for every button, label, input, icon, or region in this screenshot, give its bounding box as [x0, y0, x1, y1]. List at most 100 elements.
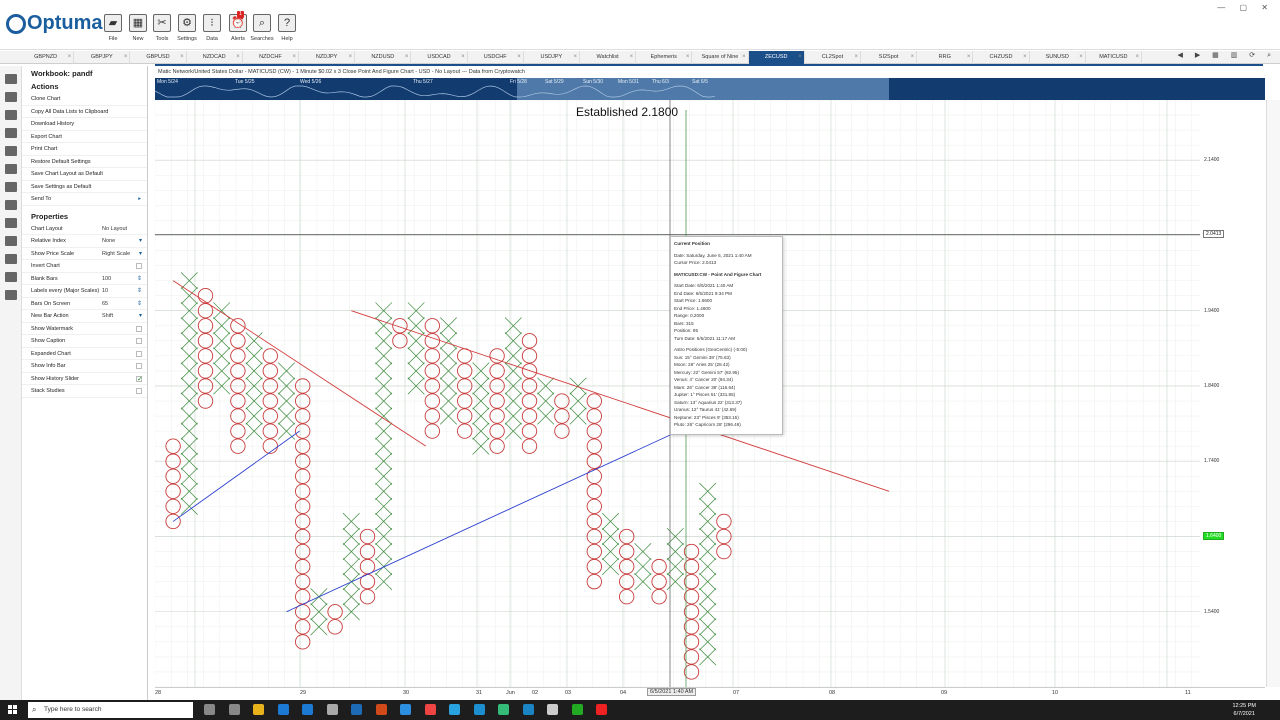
action-download-history[interactable]: Download History [22, 118, 147, 131]
action-copy-all-data-lists-to-clipboard[interactable]: Copy All Data Lists to Clipboard [22, 106, 147, 118]
task-view-icon[interactable] [228, 704, 240, 715]
property-expanded-chart[interactable]: Expanded Chart [22, 348, 147, 360]
close-tab-icon[interactable]: × [405, 51, 409, 64]
action-send-to[interactable]: Send To ▸ [22, 193, 147, 206]
checkbox[interactable] [136, 374, 143, 386]
chevron-down-icon[interactable]: ▾ [139, 310, 142, 323]
tab-chzusd[interactable]: CHZUSD × [973, 51, 1030, 64]
tab-square-of-nine[interactable]: Square of Nine × [692, 51, 749, 64]
word-icon[interactable] [351, 704, 362, 715]
close-tab-icon[interactable]: × [349, 51, 353, 64]
tab-navigation[interactable]: ◀ ▶ ▦ ▥ ⟳ ⌕ [1177, 51, 1276, 60]
tab-sunusd[interactable]: SUNUSD × [1030, 51, 1086, 64]
print-icon[interactable] [4, 128, 17, 138]
close-tab-icon[interactable]: × [911, 51, 915, 64]
close-tab-icon[interactable]: × [1023, 51, 1027, 64]
store-icon[interactable] [277, 704, 289, 715]
checkbox[interactable] [136, 325, 142, 332]
tab-usdjpy[interactable]: USDJPY × [524, 51, 580, 64]
property-bars-on-screen[interactable]: Bars On Screen 65 ⇕ [22, 298, 147, 311]
close-tab-icon[interactable]: × [292, 51, 296, 64]
property-stack-studies[interactable]: Stack Studies [22, 385, 147, 398]
tab-cl2spot[interactable]: CL2Spot × [805, 51, 861, 64]
tab-usdchf[interactable]: USDCHF × [468, 51, 524, 64]
property-invert-chart[interactable]: Invert Chart [22, 260, 147, 273]
tab-gbpnzd[interactable]: GBPNZD × [18, 51, 75, 64]
property-show-price-scale[interactable]: Show Price Scale Right Scale ▾ [22, 248, 147, 261]
property-show-history-slider[interactable]: Show History Slider [22, 373, 147, 386]
tab-si2spot[interactable]: SI2Spot × [861, 51, 918, 64]
save-icon[interactable] [4, 110, 17, 120]
close-tab-icon[interactable]: × [1135, 51, 1139, 64]
tab-watchlist[interactable]: Watchlist × [580, 51, 637, 64]
tab-ephemeris[interactable]: Ephemeris × [636, 51, 693, 64]
file-explorer-icon[interactable] [253, 704, 264, 715]
optuma-icon[interactable] [547, 704, 558, 715]
alerts-button[interactable]: ⏰ 1 Alerts [226, 11, 250, 42]
close-tab-icon[interactable]: × [798, 51, 802, 64]
action-save-chart-layout-as-default[interactable]: Save Chart Layout as Default [22, 168, 147, 181]
tab-nzdusd[interactable]: NZDUSD × [355, 51, 412, 64]
tab-maticusd[interactable]: MATICUSD × [1086, 51, 1142, 64]
edge-icon[interactable] [400, 704, 411, 715]
property-relative-index[interactable]: Relative Index None ▾ [22, 235, 147, 248]
property-show-watermark[interactable]: Show Watermark [22, 323, 147, 335]
chrome-icon[interactable] [424, 704, 436, 715]
app-icon[interactable] [498, 704, 509, 715]
data-button[interactable]: ⁝ Data [200, 14, 224, 42]
close-tab-icon[interactable]: × [461, 51, 465, 64]
window-controls[interactable]: — ▢ ✕ [1217, 3, 1274, 12]
app-icon[interactable] [522, 704, 534, 715]
spinner-icon[interactable]: ⇕ [137, 285, 142, 298]
chevron-down-icon[interactable]: ▾ [139, 235, 142, 248]
property-show-caption[interactable]: Show Caption [22, 335, 147, 348]
checkbox[interactable] [136, 363, 142, 369]
redo-icon[interactable] [4, 164, 17, 174]
trendline-resistance-1[interactable] [172, 280, 427, 447]
action-print-chart[interactable]: Print Chart [22, 143, 147, 156]
tab-nzdcad[interactable]: NZDCAD × [187, 51, 243, 64]
property-show-info-bar[interactable]: Show Info Bar [22, 360, 147, 373]
action-export-chart[interactable]: Export Chart [22, 131, 147, 143]
close-tab-icon[interactable]: × [68, 51, 72, 64]
chevron-down-icon[interactable]: ▾ [139, 248, 142, 261]
close-tab-icon[interactable]: × [967, 51, 971, 64]
searches-button[interactable]: ⌕ Searches [250, 14, 274, 42]
checkbox[interactable] [136, 388, 142, 394]
spinner-icon[interactable]: ⇕ [137, 273, 142, 286]
history-slider[interactable]: Mon 5/24 Tue 5/25 Wed 5/26 Thu 5/27 Fri 5/28… [155, 78, 1265, 100]
mail-icon[interactable] [302, 704, 313, 715]
action-clone-chart[interactable]: Clone Chart [22, 93, 147, 106]
property-blank-bars[interactable]: Blank Bars 100 ⇕ [22, 273, 147, 286]
property-new-bar-action[interactable]: New Bar Action Shift ▾ [22, 310, 147, 323]
settings-button[interactable]: ⚙ Settings [175, 14, 199, 42]
action-save-settings-as-default[interactable]: Save Settings as Default [22, 181, 147, 193]
action-restore-default-settings[interactable]: Restore Default Settings [22, 156, 147, 168]
tab-nzdjpy[interactable]: NZDJPY × [299, 51, 356, 64]
tab-gbpusd[interactable]: GBPUSD × [130, 51, 187, 64]
tab-usdcad[interactable]: USDCAD × [411, 51, 468, 64]
folder-icon[interactable] [4, 92, 17, 102]
taskbar-clock[interactable]: 12:25 PM 6/7/2021 [1232, 702, 1256, 718]
spinner-icon[interactable]: ⇕ [137, 298, 142, 311]
close-tab-icon[interactable]: × [1079, 51, 1083, 64]
stamp-icon[interactable] [4, 254, 17, 264]
close-tab-icon[interactable]: × [742, 51, 746, 64]
close-tab-icon[interactable]: × [854, 51, 858, 64]
checkbox[interactable] [136, 338, 142, 344]
windows-start-icon[interactable] [8, 705, 18, 715]
close-tab-icon[interactable]: × [180, 51, 184, 64]
undo-icon[interactable] [4, 146, 17, 156]
steam-icon[interactable] [473, 704, 485, 715]
close-tab-icon[interactable]: × [236, 51, 240, 64]
close-tab-icon[interactable]: × [517, 51, 521, 64]
new-button[interactable]: ▦ New [126, 14, 150, 42]
checklist-icon[interactable] [4, 290, 17, 300]
layers-icon[interactable] [4, 272, 17, 282]
close-tab-icon[interactable]: × [573, 51, 577, 64]
crosshair-icon[interactable] [4, 200, 17, 210]
taskbar-search-input[interactable]: ⌕ Type here to search [28, 702, 193, 718]
app-icon[interactable] [449, 704, 460, 715]
tab-rrg[interactable]: RRG × [917, 51, 974, 64]
cortana-icon[interactable] [204, 704, 215, 715]
